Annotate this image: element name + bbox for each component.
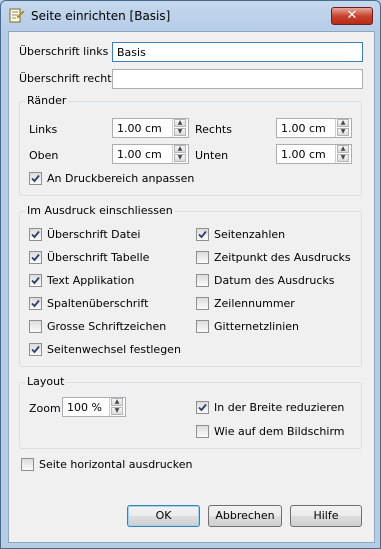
rechts-value: 1.00 cm xyxy=(281,122,326,135)
title-bar[interactable]: Seite einrichten [Basis] ✕ xyxy=(1,1,380,31)
links-spinner[interactable]: 1.00 cm ▲ ▼ xyxy=(112,118,189,138)
checkbox-label: Zeitpunkt des Ausdrucks xyxy=(214,251,351,264)
druckbereich-label: An Druckbereich anpassen xyxy=(47,172,195,185)
raender-title: Ränder xyxy=(25,94,69,107)
zoom-label: Zoom xyxy=(29,402,61,415)
checkmark-icon xyxy=(198,230,207,239)
oben-label: Oben xyxy=(29,149,59,162)
checkbox-box[interactable] xyxy=(196,297,209,310)
checkbox-label: Gitternetzlinien xyxy=(214,320,300,333)
spin-up-icon[interactable]: ▲ xyxy=(174,145,186,153)
checkmark-icon xyxy=(198,403,207,412)
links-label: Links xyxy=(29,123,58,136)
checkmark-icon xyxy=(31,174,40,183)
checkbox-label: Überschrift Tabelle xyxy=(47,251,150,264)
close-button[interactable]: ✕ xyxy=(331,7,373,25)
checkbox-label: Seitenzahlen xyxy=(214,228,286,241)
rechts-label: Rechts xyxy=(195,123,232,136)
checkbox-box[interactable] xyxy=(196,320,209,333)
layout-title: Layout xyxy=(25,375,67,388)
spin-down-icon[interactable]: ▼ xyxy=(174,128,186,136)
checkbox-box[interactable] xyxy=(196,274,209,287)
checkbox-label: Spaltenüberschrift xyxy=(47,297,149,310)
ok-button[interactable]: OK xyxy=(127,505,200,527)
checkbox-label: Grosse Schriftzeichen xyxy=(47,320,167,333)
checkbox-box[interactable] xyxy=(29,228,42,241)
hilfe-button[interactable]: Hilfe xyxy=(290,505,362,527)
checkbox-label: Zeilennummer xyxy=(214,297,295,310)
links-value: 1.00 cm xyxy=(117,122,162,135)
checkmark-icon xyxy=(31,253,40,262)
unten-label: Unten xyxy=(195,149,229,162)
oben-value: 1.00 cm xyxy=(117,148,162,161)
unten-spinner[interactable]: 1.00 cm ▲ ▼ xyxy=(276,144,352,164)
checkbox-label: Wie auf dem Bildschirm xyxy=(214,425,345,438)
checkbox-box[interactable] xyxy=(29,172,42,185)
checkmark-icon xyxy=(31,276,40,285)
checkbox-label: Datum des Ausdrucks xyxy=(214,274,335,287)
spin-down-icon[interactable]: ▼ xyxy=(337,154,349,162)
close-icon: ✕ xyxy=(346,8,358,23)
checkbox-label: In der Breite reduzieren xyxy=(214,401,345,414)
checkbox-label: Überschrift Datei xyxy=(47,228,141,241)
ueberschrift-links-input[interactable]: Basis xyxy=(112,42,363,62)
checkbox-label: Seitenwechsel festlegen xyxy=(47,343,181,356)
zoom-value: 100 % xyxy=(67,401,102,414)
ueberschrift-rechts-input[interactable] xyxy=(112,69,363,89)
unten-value: 1.00 cm xyxy=(281,148,326,161)
window-title: Seite einrichten [Basis] xyxy=(31,9,171,23)
rechts-spinner[interactable]: 1.00 cm ▲ ▼ xyxy=(276,118,352,138)
checkbox-box[interactable] xyxy=(29,297,42,310)
checkmark-icon xyxy=(31,299,40,308)
checkbox-box[interactable] xyxy=(196,228,209,241)
checkbox-box[interactable] xyxy=(196,401,209,414)
spin-up-icon[interactable]: ▲ xyxy=(337,119,349,127)
zoom-spinner[interactable]: 100 % ▲ ▼ xyxy=(62,397,126,417)
ausdruck-title: Im Ausdruck einschliessen xyxy=(25,204,175,217)
checkmark-icon xyxy=(31,345,40,354)
ueberschrift-links-label: Überschrift links xyxy=(19,45,109,58)
ueberschrift-rechts-label: Überschrift rechts xyxy=(19,72,118,85)
spin-down-icon[interactable]: ▼ xyxy=(337,128,349,136)
dialog-window: Seite einrichten [Basis] ✕ Überschrift l… xyxy=(0,0,381,549)
spin-up-icon[interactable]: ▲ xyxy=(337,145,349,153)
checkbox-box[interactable] xyxy=(21,458,34,471)
checkbox-label: Text Applikation xyxy=(47,274,135,287)
checkbox-box[interactable] xyxy=(29,320,42,333)
spin-up-icon[interactable]: ▲ xyxy=(111,398,123,406)
checkbox-box[interactable] xyxy=(29,251,42,264)
checkbox-box[interactable] xyxy=(29,274,42,287)
checkbox-box[interactable] xyxy=(29,343,42,356)
checkbox-label: Seite horizontal ausdrucken xyxy=(39,458,193,471)
checkmark-icon xyxy=(31,230,40,239)
spin-down-icon[interactable]: ▼ xyxy=(111,407,123,415)
spin-up-icon[interactable]: ▲ xyxy=(174,119,186,127)
checkbox-box[interactable] xyxy=(196,251,209,264)
oben-spinner[interactable]: 1.00 cm ▲ ▼ xyxy=(112,144,189,164)
spin-down-icon[interactable]: ▼ xyxy=(174,154,186,162)
dialog-content: Überschrift links Basis Überschrift rech… xyxy=(8,31,375,543)
checkbox-box[interactable] xyxy=(196,425,209,438)
page-setup-icon xyxy=(9,8,24,23)
abbrechen-button[interactable]: Abbrechen xyxy=(208,505,282,527)
